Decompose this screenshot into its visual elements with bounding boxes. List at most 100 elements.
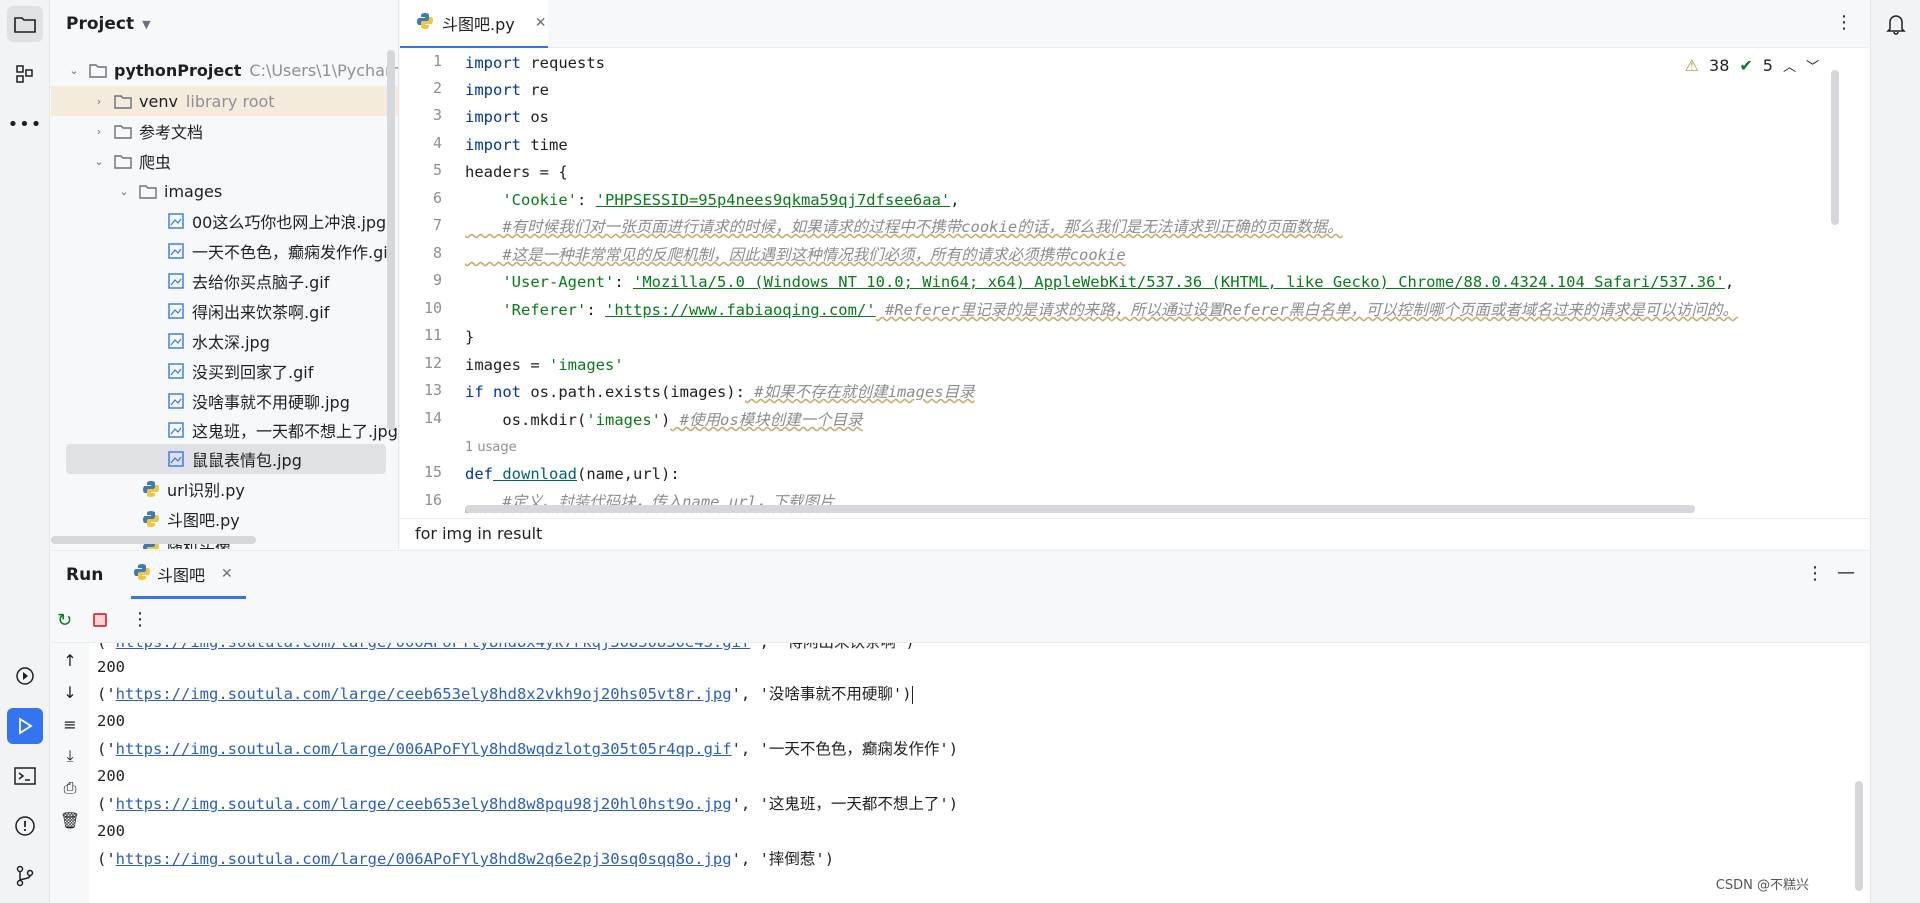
- notifications-button[interactable]: [1878, 6, 1914, 42]
- code-area[interactable]: import requests import re import os impo…: [465, 48, 1835, 518]
- arrow-up-icon[interactable]: ↑: [59, 649, 81, 671]
- problems-tool-button[interactable]: [7, 808, 43, 844]
- line-number: 11: [423, 326, 442, 344]
- console-link[interactable]: https://img.soutula.com/large/ceeb653ely…: [116, 795, 732, 813]
- console-line: ('https://img.soutula.com/large/006APoFY…: [97, 643, 915, 656]
- code-line: 'Referer': 'https://www.fabiaoqing.com/'…: [465, 301, 1738, 319]
- scroll-to-end-icon[interactable]: ⤓: [59, 745, 81, 767]
- more-tools-button[interactable]: •••: [7, 106, 43, 142]
- project-horizontal-scrollbar[interactable]: [51, 536, 256, 544]
- more-vertical-icon[interactable]: ⋮: [1835, 12, 1853, 33]
- tree-item-label: venv: [139, 91, 178, 111]
- structure-icon: [16, 65, 33, 83]
- close-icon[interactable]: ✕: [535, 15, 547, 31]
- editor-vertical-scrollbar[interactable]: [1831, 70, 1839, 225]
- more-vertical-icon[interactable]: ⋮: [131, 609, 149, 630]
- code-line: import re: [465, 81, 549, 99]
- code-line: images = 'images': [465, 356, 624, 374]
- editor-horizontal-scrollbar[interactable]: [465, 505, 1695, 513]
- tree-item-file[interactable]: 没买到回家了.gif: [166, 356, 313, 386]
- run-config-tab[interactable]: 斗图吧 ✕: [131, 551, 246, 599]
- tree-item-file[interactable]: 没啥事就不用硬聊.jpg: [166, 386, 350, 416]
- line-number: 3: [432, 106, 442, 124]
- left-tool-strip: •••: [0, 0, 50, 903]
- tree-item-file[interactable]: 这鬼班，一天都不想上了.jpg: [166, 415, 398, 445]
- code-line: #这是一种非常常见的反爬机制，因此遇到这种情况我们必须，所有的请求必须携带coo…: [465, 246, 1126, 264]
- run-tool-button[interactable]: [7, 708, 43, 744]
- editor-tab[interactable]: 斗图吧.py ✕: [400, 0, 548, 48]
- services-icon: [16, 667, 34, 685]
- python-file-icon: [133, 563, 151, 585]
- code-line: import os: [465, 108, 549, 126]
- tree-item-python-file[interactable]: url识别.py: [141, 474, 245, 504]
- rerun-icon[interactable]: ↻: [57, 610, 72, 631]
- console-output[interactable]: ('https://img.soutula.com/large/006APoFY…: [91, 643, 1836, 903]
- project-panel: Project ▼ ⌄ pythonProject C:\Users\1\Pyc…: [51, 0, 399, 549]
- console-vertical-scrollbar[interactable]: [1855, 781, 1863, 891]
- stop-icon[interactable]: [93, 613, 107, 627]
- tree-item-file[interactable]: 一天不色色，癫痫发作作.gif: [166, 236, 393, 266]
- tree-item-label: 没啥事就不用硬聊.jpg: [192, 393, 350, 412]
- tree-item-label: 这鬼班，一天都不想上了.jpg: [192, 422, 398, 441]
- run-title: Run: [66, 565, 104, 585]
- print-icon[interactable]: ⎙: [59, 777, 81, 799]
- line-number: 16: [423, 491, 442, 509]
- python-file-icon: [416, 12, 434, 34]
- tree-item-python-file[interactable]: 斗图吧.py: [141, 504, 240, 534]
- line-number: 15: [423, 463, 442, 481]
- close-icon[interactable]: ✕: [221, 566, 233, 582]
- tree-item-docs[interactable]: › 参考文档: [91, 116, 203, 146]
- project-header[interactable]: Project ▼: [51, 0, 398, 48]
- more-vertical-icon[interactable]: ⋮: [1806, 563, 1824, 584]
- arrow-down-icon[interactable]: ↓: [59, 681, 81, 703]
- code-line: def download(name,url):: [465, 465, 680, 483]
- folder-icon: [113, 151, 133, 171]
- tree-item-label: images: [164, 181, 223, 201]
- tree-item-file[interactable]: 00这么巧你也网上冲浪.jpg: [166, 206, 386, 236]
- structure-tool-button[interactable]: [7, 56, 43, 92]
- line-number: 7: [432, 216, 442, 234]
- breadcrumb[interactable]: for img in result: [400, 518, 1869, 549]
- console-link[interactable]: https://img.soutula.com/large/006APoFYly…: [116, 850, 732, 868]
- tree-item-path: C:\Users\1\Pycharm: [249, 60, 399, 80]
- tree-item-images[interactable]: ⌄ images: [116, 176, 222, 206]
- usage-hint[interactable]: 1 usage: [465, 440, 517, 455]
- run-toolbar: ↻ ⋮: [51, 599, 1869, 643]
- tree-item-label: 水太深.jpg: [192, 333, 270, 352]
- image-file-icon: [166, 301, 186, 321]
- console-line: 200: [97, 767, 125, 785]
- python-file-icon: [141, 479, 161, 499]
- image-file-icon: [166, 361, 186, 381]
- console-link[interactable]: https://img.soutula.com/large/006APoFYly…: [116, 740, 732, 758]
- tree-item-crawler[interactable]: ⌄ 爬虫: [91, 146, 171, 176]
- tree-item-pythonproject[interactable]: ⌄ pythonProject C:\Users\1\Pycharm: [66, 55, 399, 85]
- soft-wrap-icon[interactable]: ≡: [59, 713, 81, 735]
- line-number: 13: [423, 381, 442, 399]
- console-link[interactable]: https://img.soutula.com/large/006APoFYly…: [116, 643, 751, 651]
- git-tool-button[interactable]: [7, 858, 43, 894]
- code-line: os.mkdir('images') #使用os模块创建一个目录: [465, 411, 863, 429]
- minimize-icon[interactable]: —: [1837, 562, 1855, 583]
- tree-item-file-selected[interactable]: 鼠鼠表情包.jpg: [166, 444, 302, 474]
- tree-item-file[interactable]: 水太深.jpg: [166, 326, 270, 356]
- tree-item-file[interactable]: 得闲出来饮茶啊.gif: [166, 296, 329, 326]
- tree-item-venv[interactable]: › venv library root: [91, 86, 275, 116]
- right-tool-strip: [1870, 0, 1920, 903]
- tree-item-label: 得闲出来饮茶啊.gif: [192, 303, 330, 322]
- services-tool-button[interactable]: [7, 658, 43, 694]
- tree-item-file[interactable]: 去给你买点脑子.gif: [166, 266, 329, 296]
- folder-icon: [88, 60, 108, 80]
- console-link[interactable]: https://img.soutula.com/large/ceeb653ely…: [116, 685, 732, 703]
- image-file-icon: [166, 449, 186, 469]
- line-number: 6: [432, 189, 442, 207]
- terminal-tool-button[interactable]: [7, 758, 43, 794]
- project-vertical-scrollbar[interactable]: [387, 50, 395, 430]
- folder-icon: [113, 91, 133, 111]
- line-number: 9: [432, 271, 442, 289]
- trash-icon[interactable]: 🗑: [59, 809, 81, 831]
- code-line: import requests: [465, 54, 605, 72]
- project-tool-button[interactable]: [7, 6, 43, 42]
- tree-item-label: 00这么巧你也网上冲浪.jpg: [192, 213, 387, 232]
- line-number: 5: [432, 161, 442, 179]
- editor: 斗图吧.py ✕ ⋮ ⚠ 38 ✔ 5 ︿ ﹀ 1 2 3 4 5 6 7 8 …: [400, 0, 1869, 549]
